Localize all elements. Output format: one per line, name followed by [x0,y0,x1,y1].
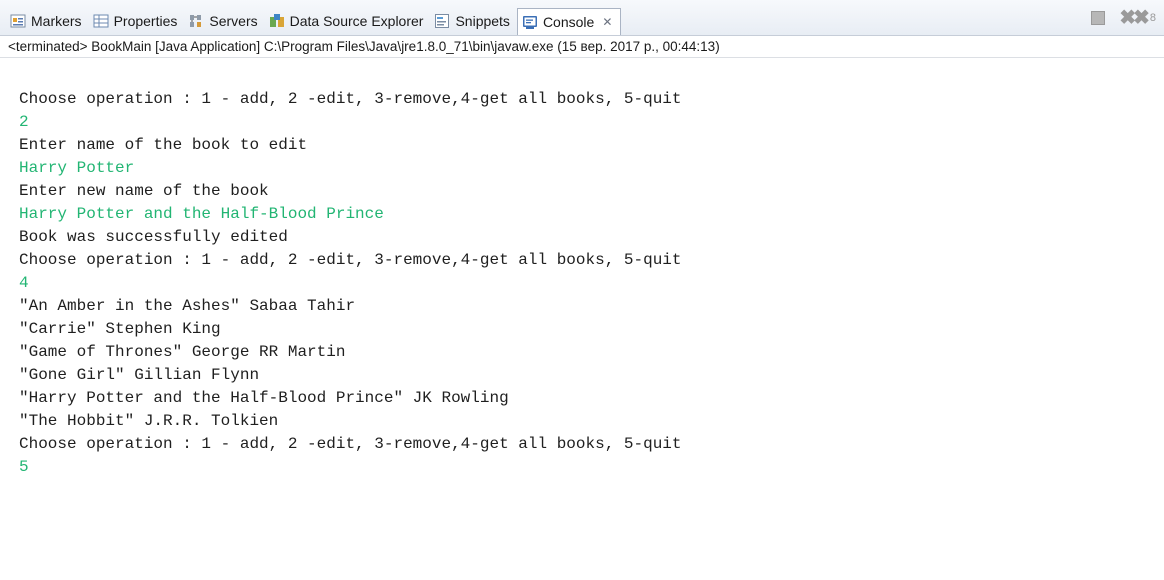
remove-launches-suffix: 8 [1149,12,1156,24]
console-output-line: Enter new name of the book [19,182,269,200]
console-output-line: Choose operation : 1 - add, 2 -edit, 3-r… [19,251,682,269]
console-output-line: "Game of Thrones" George RR Martin [19,343,346,361]
console-icon [522,14,538,30]
console-output-line: "An Amber in the Ashes" Sabaa Tahir [19,297,356,315]
console-output-line: "Carrie" Stephen King [19,320,221,338]
tab-markers[interactable]: Markers [6,9,89,33]
tab-label: Servers [209,13,258,29]
console-output-line: "Gone Girl" Gillian Flynn [19,366,260,384]
tab-label: Data Source Explorer [289,13,424,29]
tab-label: Markers [31,13,82,29]
view-tabs: Markers Properties Servers Data Source E… [6,8,622,36]
tab-snippets[interactable]: Snippets [430,9,516,33]
tab-servers[interactable]: Servers [184,9,264,33]
console-process-label: <terminated> BookMain [Java Application]… [0,36,1164,58]
remove-launches-icon[interactable]: ✖✖ 8 [1119,8,1156,28]
properties-icon [93,13,109,29]
console-input-line: 5 [19,458,29,476]
console-input-line: Harry Potter [19,159,135,177]
console-toolbar: ✖✖ 8 [1091,8,1156,28]
close-icon[interactable]: ✕ [602,15,612,29]
terminate-icon[interactable] [1091,11,1106,25]
snippets-icon [434,13,450,29]
console-input-line: 4 [19,274,29,292]
console-output[interactable]: Choose operation : 1 - add, 2 -edit, 3-r… [19,88,1149,479]
console-output-line: Choose operation : 1 - add, 2 -edit, 3-r… [19,90,682,108]
console-output-line: "The Hobbit" J.R.R. Tolkien [19,412,279,430]
console-input-line: 2 [19,113,29,131]
tab-properties[interactable]: Properties [89,9,185,33]
console-output-line: Choose operation : 1 - add, 2 -edit, 3-r… [19,435,682,453]
tab-console[interactable]: Console ✕ [516,8,622,35]
data-source-explorer-icon [269,13,285,29]
console-input-line: Harry Potter and the Half-Blood Prince [19,205,384,223]
tab-data-source-explorer[interactable]: Data Source Explorer [265,9,431,33]
tab-label: Snippets [455,13,510,29]
tab-label: Properties [113,13,178,29]
console-output-line: "Harry Potter and the Half-Blood Prince"… [19,389,509,407]
tab-label: Console [542,14,595,30]
console-output-line: Book was successfully edited [19,228,288,246]
console-output-line: Enter name of the book to edit [19,136,308,154]
view-tab-bar: Markers Properties Servers Data Source E… [0,0,1164,36]
servers-icon [188,13,204,29]
markers-icon [10,13,26,29]
